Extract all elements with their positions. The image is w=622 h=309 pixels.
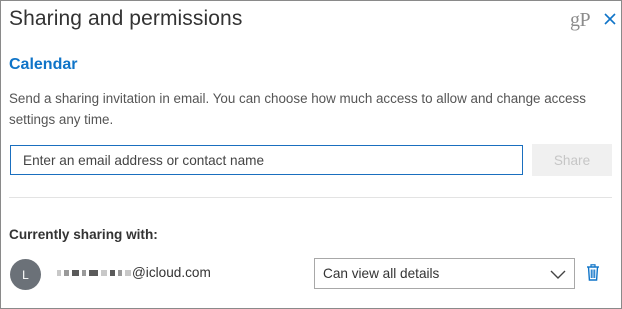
redacted-email-pixels: [57, 267, 131, 279]
chevron-down-icon: [550, 270, 566, 279]
permission-dropdown[interactable]: Can view all details: [314, 258, 575, 289]
divider: [9, 197, 612, 198]
sharing-permissions-dialog: Sharing and permissions gP Calendar Send…: [0, 0, 622, 309]
currently-sharing-heading: Currently sharing with:: [9, 227, 158, 242]
avatar-initial: L: [22, 267, 29, 282]
email-input[interactable]: [10, 145, 523, 175]
shared-user-email: @icloud.com: [132, 265, 211, 280]
description-text: Send a sharing invitation in email. You …: [9, 91, 586, 127]
avatar: L: [10, 259, 41, 290]
trash-icon[interactable]: [586, 264, 600, 281]
dialog-title: Sharing and permissions: [9, 7, 243, 30]
permission-value: Can view all details: [323, 266, 440, 281]
close-icon[interactable]: [603, 11, 617, 27]
watermark-logo: gP: [570, 9, 591, 31]
share-button[interactable]: Share: [532, 144, 612, 176]
calendar-name: Calendar: [9, 56, 78, 73]
